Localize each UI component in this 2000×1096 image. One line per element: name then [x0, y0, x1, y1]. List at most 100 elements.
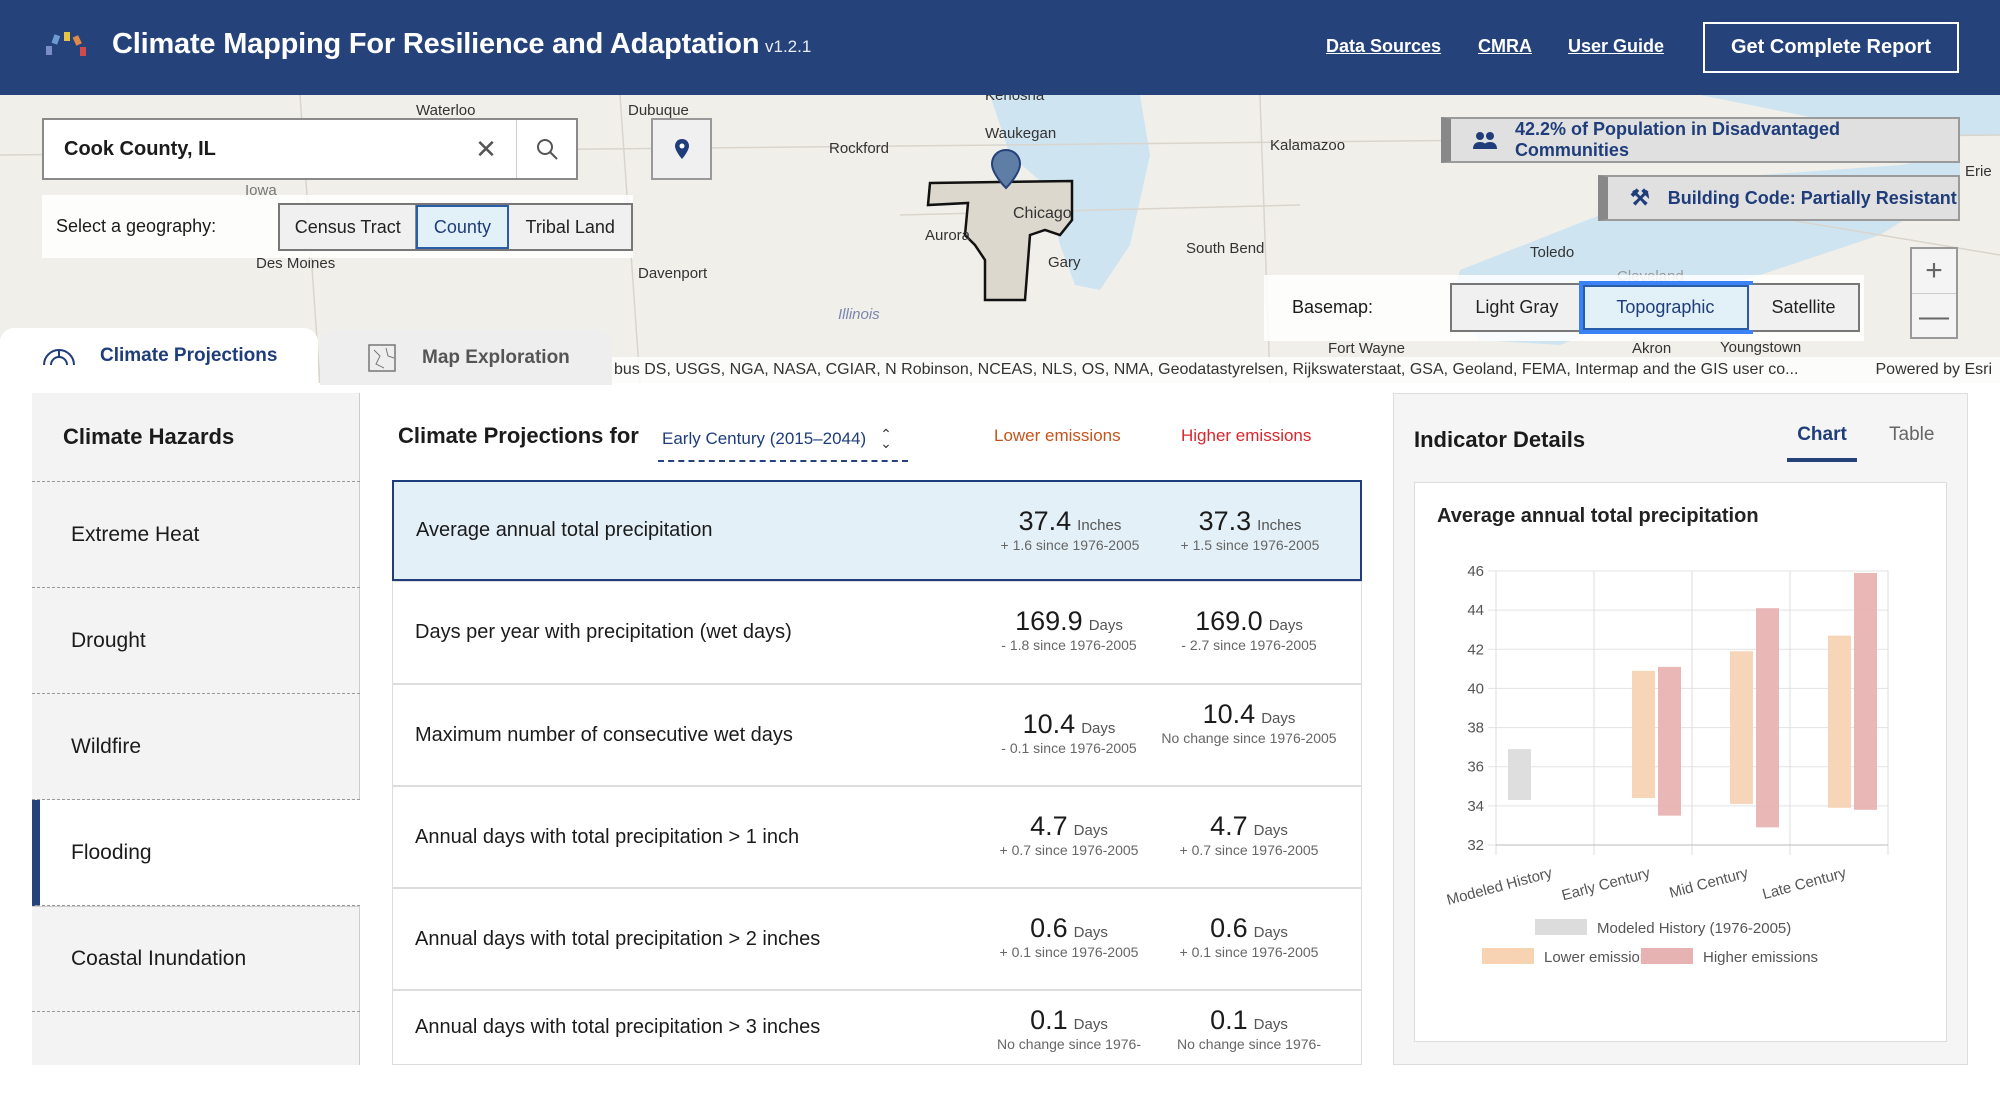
lower-emissions-value: 37.4 Inches + 1.6 since 1976-2005 — [970, 506, 1170, 554]
bar-lower-emissions — [1828, 635, 1851, 808]
legend-swatch — [1535, 919, 1587, 935]
sidebar-title: Climate Hazards — [32, 393, 360, 482]
value-number: 37.4 — [1018, 506, 1072, 536]
projection-row[interactable]: Maximum number of consecutive wet days 1… — [392, 684, 1362, 786]
value-change: + 1.5 since 1976-2005 — [1180, 537, 1320, 553]
population-badge: 42.2% of Population in Disadvantaged Com… — [1441, 117, 1960, 163]
people-icon — [1473, 132, 1497, 149]
sidebar-item-coastal-inundation[interactable]: Coastal Inundation — [32, 906, 360, 1012]
zoom-control: + — — [1910, 247, 1958, 339]
map-label: Davenport — [638, 265, 708, 282]
map-label: Fort Wayne — [1328, 340, 1405, 357]
powered-by-esri[interactable]: Powered by Esri — [1836, 361, 2000, 379]
legend-label: Lower emissions — [1544, 949, 1656, 966]
map-label: Toledo — [1530, 244, 1575, 261]
hazards-sidebar: Climate Hazards Extreme Heat Drought Wil… — [32, 393, 360, 1065]
value-number: 4.7 — [1030, 811, 1068, 841]
data-sources-link[interactable]: Data Sources — [1326, 36, 1441, 57]
geography-selector: Select a geography: Census Tract County … — [42, 195, 633, 258]
projection-row[interactable]: Average annual total precipitation 37.4 I… — [392, 480, 1362, 581]
value-unit: Days — [1073, 924, 1108, 941]
projection-row[interactable]: Annual days with total precipitation > 1… — [392, 786, 1362, 888]
basemap-topographic[interactable]: Topographic — [1582, 285, 1750, 330]
gauge-icon — [43, 348, 75, 365]
precipitation-chart: 32 34 36 38 40 42 44 46 Modeled History Early Cen… — [1445, 563, 1889, 966]
lower-emissions-value: 10.4 Days - 0.1 since 1976-2005 — [969, 709, 1169, 757]
projection-row[interactable]: Annual days with total precipitation > 3… — [392, 990, 1362, 1065]
map-label: Kalamazoo — [1270, 137, 1346, 154]
search-button[interactable] — [516, 120, 576, 178]
x-tick-label: Mid Century — [1668, 864, 1751, 901]
projection-row[interactable]: Annual days with total precipitation > 2… — [392, 888, 1362, 990]
value-unit: Inches — [1257, 517, 1302, 534]
higher-emissions-value: 4.7 Days + 0.7 since 1976-2005 — [1149, 811, 1349, 859]
higher-emissions-value: 169.0 Days - 2.7 since 1976-2005 — [1149, 606, 1349, 654]
attribution-text: bus DS, USGS, NGA, NASA, CGIAR, N Robins… — [614, 361, 1799, 378]
y-tick-label: 32 — [1467, 837, 1484, 854]
x-tick-label: Late Century — [1761, 864, 1849, 903]
bar-higher-emissions — [1854, 572, 1877, 810]
user-guide-link[interactable]: User Guide — [1568, 36, 1664, 57]
value-number: 0.1 — [1210, 1005, 1248, 1035]
value-change: No change since 1976- — [997, 1036, 1141, 1052]
tab-climate-projections[interactable]: Climate Projections — [0, 328, 318, 383]
search-icon — [536, 139, 558, 160]
map-label: Gary — [1048, 254, 1081, 271]
zoom-in-button[interactable]: + — [1912, 249, 1956, 294]
lower-emissions-value: 0.6 Days + 0.1 since 1976-2005 — [969, 913, 1169, 961]
period-value: Early Century (2015–2044) — [662, 429, 867, 448]
sidebar-item-extreme-heat[interactable]: Extreme Heat — [32, 482, 360, 588]
map-label: Kenosha — [985, 95, 1045, 104]
lower-emissions-value: 0.1 Days No change since 1976- — [969, 1005, 1169, 1053]
tab-map-exploration[interactable]: Map Exploration — [320, 330, 612, 385]
population-text: 42.2% of Population in Disadvantaged Com… — [1514, 119, 1840, 160]
legend-label: Higher emissions — [1703, 949, 1818, 966]
period-dropdown[interactable]: Early Century (2015–2044) ⌃ ⌄ — [658, 418, 908, 462]
y-tick-label: 42 — [1467, 641, 1484, 658]
bar-lower-emissions — [1632, 670, 1655, 799]
value-change: + 0.1 since 1976-2005 — [1179, 944, 1319, 960]
tab-chart[interactable]: Chart — [1787, 424, 1857, 462]
value-change: - 1.8 since 1976-2005 — [1001, 637, 1137, 653]
lower-emissions-value: 4.7 Days + 0.7 since 1976-2005 — [969, 811, 1169, 859]
value-change: + 0.7 since 1976-2005 — [1179, 842, 1319, 858]
cmra-link[interactable]: CMRA — [1478, 36, 1532, 57]
sidebar-item-wildfire[interactable]: Wildfire — [32, 694, 360, 800]
building-code-badge: ⚒ Building Code: Partially Resistant — [1598, 175, 1960, 221]
basemap-satellite[interactable]: Satellite — [1749, 285, 1858, 330]
bar-higher-emissions — [1658, 666, 1681, 816]
basemap-light-gray[interactable]: Light Gray — [1452, 285, 1583, 330]
map-label: South Bend — [1186, 240, 1265, 257]
zoom-out-button[interactable]: — — [1912, 294, 1956, 339]
value-number: 0.6 — [1210, 913, 1248, 943]
locate-button[interactable] — [651, 118, 712, 180]
search-input[interactable]: Cook County, IL — [44, 138, 456, 161]
map-label: Aurora — [925, 227, 971, 244]
value-number: 0.6 — [1030, 913, 1068, 943]
value-number: 37.3 — [1198, 506, 1252, 536]
sidebar-item-flooding[interactable]: Flooding — [32, 800, 360, 906]
geography-tribal-land[interactable]: Tribal Land — [509, 205, 632, 249]
indicator-details-title: Indicator Details — [1414, 427, 1586, 452]
projection-row[interactable]: Days per year with precipitation (wet da… — [392, 581, 1362, 684]
map-icon — [368, 343, 396, 372]
value-number: 169.9 — [1015, 606, 1083, 636]
value-number: 4.7 — [1210, 811, 1248, 841]
lower-emissions-header: Lower emissions — [994, 426, 1121, 445]
y-tick-label: 46 — [1467, 563, 1484, 580]
geography-census-tract[interactable]: Census Tract — [280, 205, 417, 249]
value-number: 169.0 — [1195, 606, 1263, 636]
y-tick-label: 36 — [1467, 759, 1484, 776]
legend-label: Modeled History (1976-2005) — [1597, 920, 1791, 937]
value-unit: Days — [1073, 822, 1108, 839]
geography-county[interactable]: County — [416, 205, 510, 249]
sidebar-item-drought[interactable]: Drought — [32, 588, 360, 694]
value-change: + 0.7 since 1976-2005 — [999, 842, 1139, 858]
clear-search-button[interactable]: ✕ — [456, 120, 516, 178]
location-search: Cook County, IL ✕ — [42, 118, 578, 180]
tab-label: Map Exploration — [422, 346, 570, 368]
map-label: Rockford — [829, 140, 890, 157]
get-complete-report-button[interactable]: Get Complete Report — [1703, 22, 1959, 73]
tab-table[interactable]: Table — [1889, 424, 1934, 446]
value-number: 10.4 — [1202, 699, 1256, 729]
